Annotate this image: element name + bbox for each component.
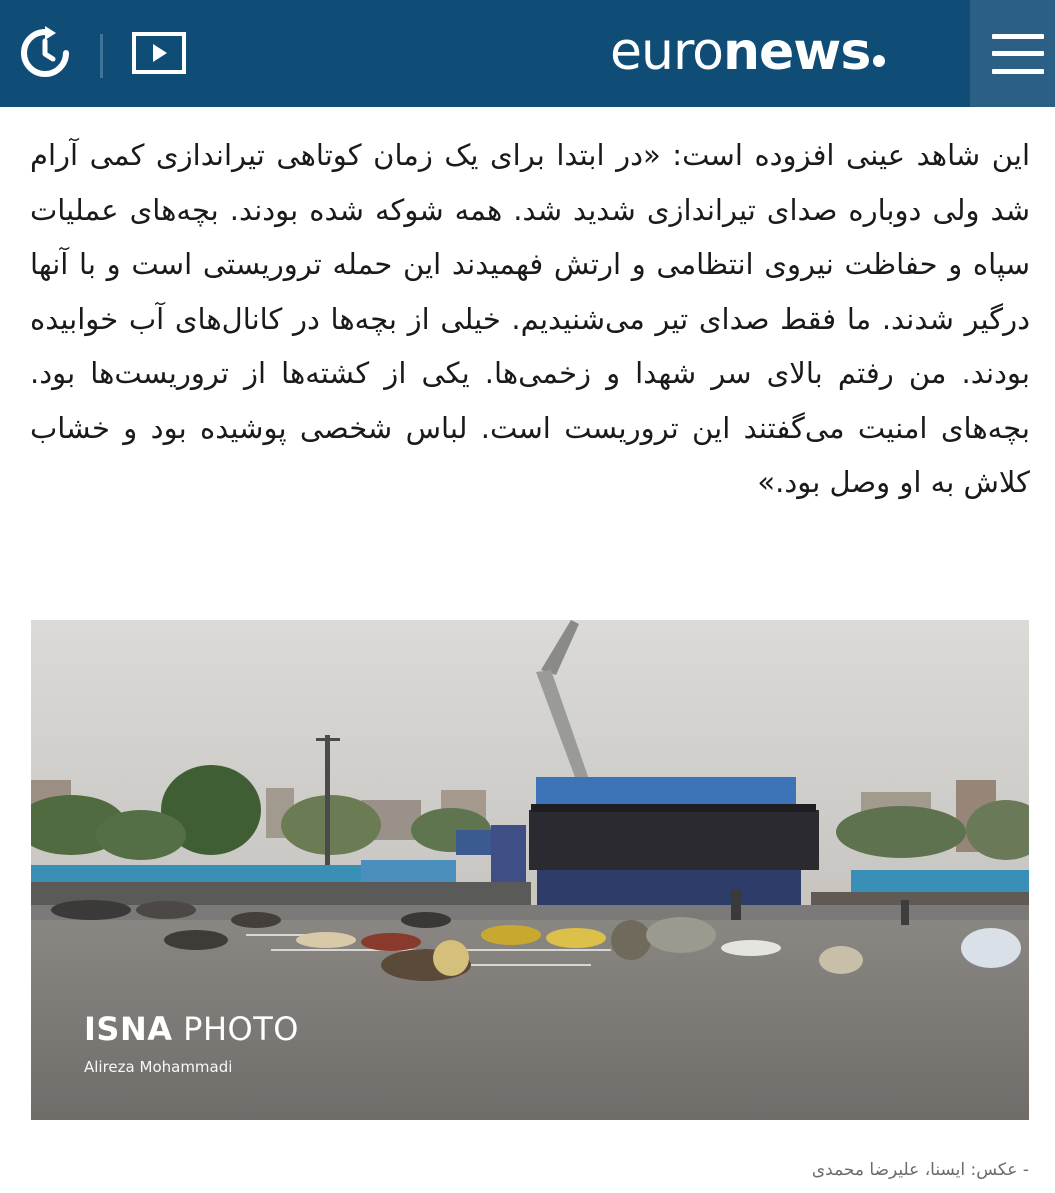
replay-icon [21,26,69,77]
header-divider [100,34,103,78]
logo-dot [873,55,886,67]
top-navigation-bar: euronews [0,0,1055,107]
video-play-icon [132,32,186,74]
logo-euro: euro [610,22,724,82]
article-paragraph: این شاهد عینی افزوده است: «در ابتدا برای… [30,138,1030,499]
photo-caption: - عکس: ایسنا، علیرضا محمدی [811,1160,1029,1180]
video-button[interactable] [128,22,190,84]
header-left-actions [0,0,220,107]
logo-news: news [723,22,871,82]
replay-button[interactable] [14,22,76,84]
hamburger-menu-button[interactable] [992,30,1044,78]
watermark-isna: ISNA [84,1010,173,1048]
euronews-logo[interactable]: euronews [610,22,886,82]
photo-watermark: ISNA PHOTO [84,1010,299,1048]
photographer-credit: Alireza Mohammadi [84,1058,233,1076]
watermark-photo: PHOTO [172,1010,299,1048]
